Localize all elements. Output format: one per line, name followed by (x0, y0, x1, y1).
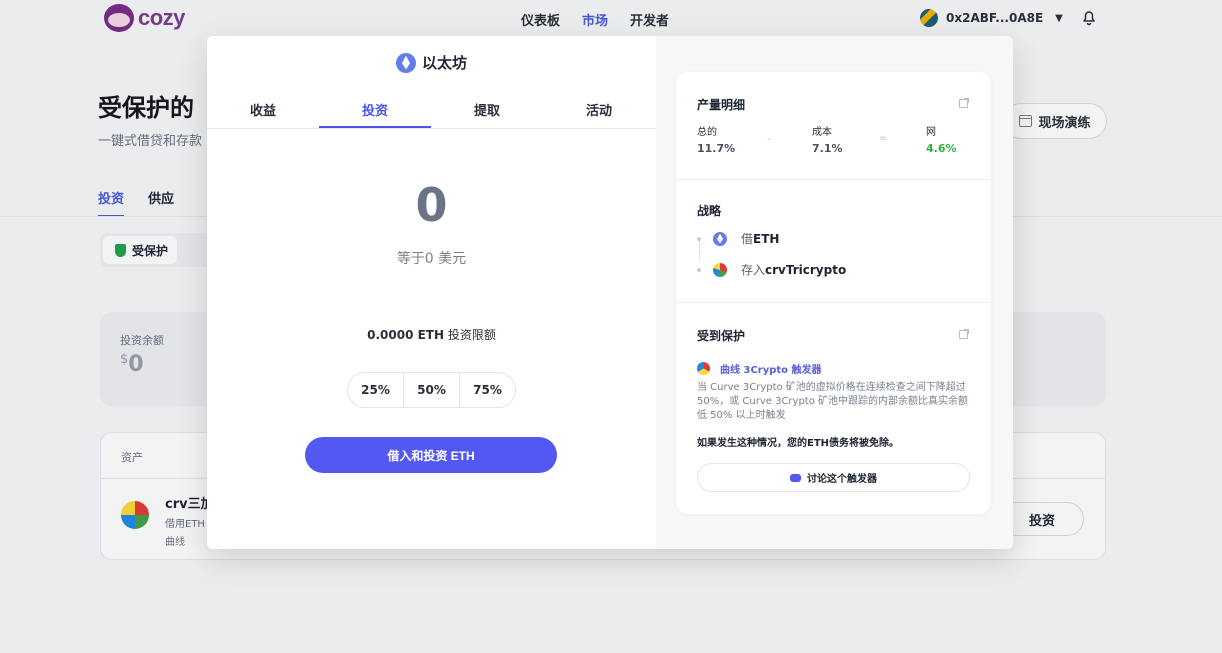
trigger-name: 曲线 3Crypto 触发器 (720, 365, 822, 376)
step-token: crvTricrypto (765, 263, 847, 277)
tab-withdraw[interactable]: 提取 (431, 96, 543, 128)
tab-invest[interactable]: 投资 (319, 96, 431, 128)
asset-title-label: 以太坊 (421, 54, 467, 72)
amount-usd-equivalent: 等于0 美元 (396, 251, 467, 267)
modal-details-panel: 产量明细 总的 11.7% - 成本 7.1% = 网 4.6% 战略 借ETH… (656, 36, 1013, 549)
yield-net-value: 4.6% (926, 142, 957, 155)
trigger-warning: 如果发生这种情况，您的ETH债务将被免除。 (697, 438, 900, 449)
step-bullet (697, 267, 701, 272)
tab-yield[interactable]: 收益 (207, 96, 319, 128)
step-prefix: 借 (741, 232, 754, 246)
curve-icon (697, 362, 710, 375)
tab-activity[interactable]: 活动 (543, 96, 655, 128)
modal-tabs: 收益 投资 提取 活动 (207, 96, 656, 129)
section-divider (676, 302, 991, 303)
strategy-step-text: 借ETH (741, 230, 779, 247)
yield-cost-value: 7.1% (812, 142, 843, 155)
section-divider (676, 179, 991, 180)
minus-sign: - (767, 134, 771, 145)
details-card: 产量明细 总的 11.7% - 成本 7.1% = 网 4.6% 战略 借ETH… (676, 72, 991, 514)
modal-asset-title: 以太坊 (207, 52, 656, 73)
yield-title: 产量明细 (697, 98, 746, 112)
percent-25-button[interactable]: 25% (348, 373, 404, 407)
yield-cost-label: 成本 (812, 127, 832, 138)
yield-total-label: 总的 (697, 127, 717, 138)
ethereum-icon (713, 231, 727, 246)
equals-sign: = (879, 133, 888, 144)
borrow-and-invest-button[interactable]: 借入和投资 ETH (305, 437, 557, 473)
trigger-description: 当 Curve 3Crypto 矿池的虚拟价格在连续检查之间下降超过 50%，或… (697, 382, 969, 421)
external-link-icon[interactable] (959, 329, 969, 339)
discord-icon (790, 473, 801, 482)
percent-50-button[interactable]: 50% (404, 373, 460, 407)
yield-total-value: 11.7% (697, 142, 736, 155)
invest-modal: 以太坊 收益 投资 提取 活动 0 等于0 美元 0.0000 ETH 投资限额… (207, 36, 1013, 549)
external-link-icon[interactable] (959, 98, 969, 108)
amount-input[interactable]: 0 (207, 178, 656, 232)
yield-net-label: 网 (926, 127, 936, 138)
protection-title: 受到保护 (697, 329, 746, 343)
strategy-step-text: 存入crvTricrypto (741, 261, 846, 278)
trigger-name-row: 曲线 3Crypto 触发器 (697, 361, 822, 376)
percent-75-button[interactable]: 75% (460, 373, 515, 407)
modal-main-panel: 以太坊 收益 投资 提取 活动 0 等于0 美元 0.0000 ETH 投资限额… (207, 36, 656, 549)
strategy-title: 战略 (697, 204, 722, 218)
step-token: ETH (753, 232, 780, 246)
limit-value: 0.0000 ETH (367, 328, 445, 342)
step-prefix: 存入 (741, 263, 766, 277)
invest-limit: 0.0000 ETH 投资限额 (207, 326, 656, 343)
ethereum-icon (395, 52, 416, 73)
discuss-trigger-button[interactable]: 讨论这个触发器 (697, 463, 970, 492)
crv-token-icon (713, 262, 727, 277)
strategy-step-borrow: 借ETH (697, 230, 779, 247)
discuss-label: 讨论这个触发器 (807, 474, 877, 485)
limit-label: 投资限额 (447, 328, 496, 342)
step-connector (699, 238, 700, 260)
strategy-step-deposit: 存入crvTricrypto (697, 261, 846, 278)
percent-selector: 25% 50% 75% (347, 372, 516, 408)
